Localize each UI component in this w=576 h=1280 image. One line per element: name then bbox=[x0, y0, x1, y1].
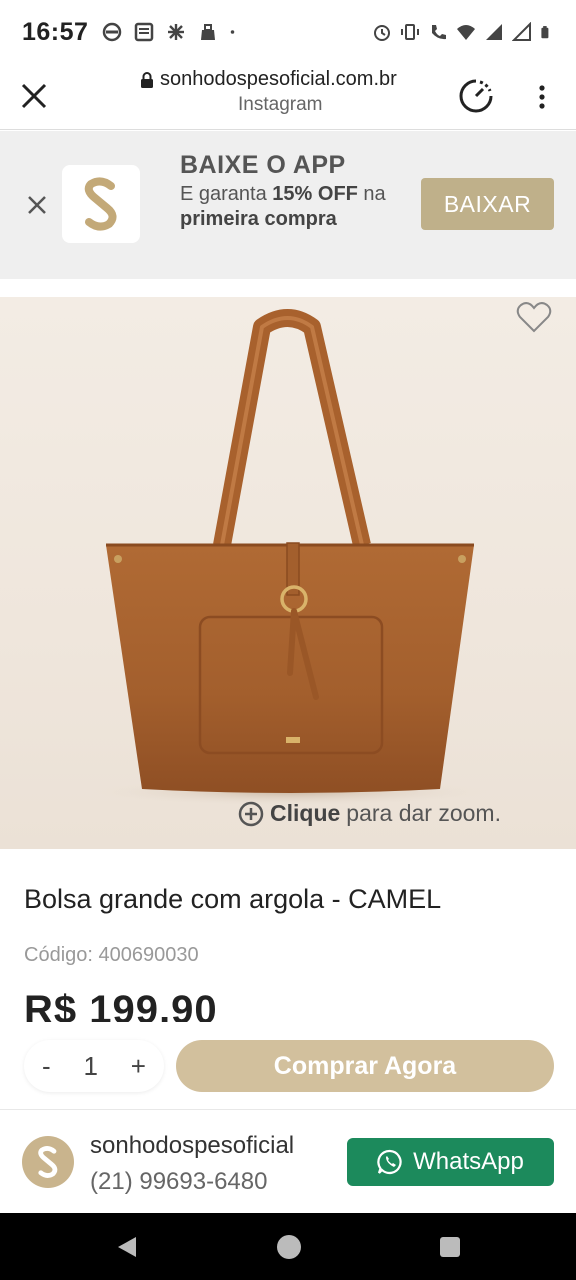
zoom-hint: Clique para dar zoom. bbox=[238, 800, 501, 827]
home-icon[interactable] bbox=[277, 1235, 301, 1259]
product-title: Bolsa grande com argola - CAMEL bbox=[24, 884, 442, 914]
product-image[interactable] bbox=[0, 297, 576, 849]
battery-icon bbox=[541, 26, 549, 39]
url-display: sonhodospesoficial.com.br bbox=[140, 68, 440, 91]
sync-icon bbox=[103, 22, 122, 42]
whatsapp-label: WhatsApp bbox=[413, 1148, 524, 1175]
back-icon[interactable] bbox=[116, 1235, 138, 1259]
quantity-stepper: - 1 + bbox=[24, 1040, 164, 1092]
status-left-icons bbox=[102, 22, 240, 42]
wifi-call-icon bbox=[432, 25, 446, 40]
zoom-hint-bold: Clique bbox=[270, 800, 341, 826]
download-app-button[interactable]: BAIXAR bbox=[421, 178, 554, 230]
url-text: sonhodospesoficial.com.br bbox=[160, 68, 397, 90]
recent-apps-icon[interactable] bbox=[440, 1237, 460, 1257]
increase-quantity-button[interactable]: + bbox=[131, 1051, 146, 1082]
banner-description: E garanta 15% OFF na primeira compra bbox=[180, 183, 386, 230]
zoom-hint-text: para dar zoom. bbox=[346, 800, 501, 826]
product-price: R$ 199,90 bbox=[24, 990, 218, 1022]
quantity-value[interactable]: 1 bbox=[84, 1051, 98, 1082]
seller-phone[interactable]: (21) 99693-6480 bbox=[90, 1168, 267, 1196]
seller-contact-bar: sonhodospesoficial (21) 99693-6480 Whats… bbox=[0, 1112, 576, 1212]
more-options-icon[interactable] bbox=[530, 82, 554, 112]
status-bar: 16:57 bbox=[0, 0, 576, 64]
brand-logo bbox=[62, 165, 140, 243]
tote-bag-illustration bbox=[90, 309, 490, 806]
banner-text: BAIXE O APP E garanta 15% OFF na primeir… bbox=[180, 151, 410, 232]
close-icon[interactable] bbox=[18, 80, 50, 112]
favorite-heart-icon[interactable] bbox=[516, 300, 552, 334]
signal-icon bbox=[512, 22, 531, 41]
url-block[interactable]: sonhodospesoficial.com.br Instagram bbox=[140, 68, 440, 116]
zoom-in-icon bbox=[238, 801, 264, 826]
banner-title: BAIXE O APP bbox=[180, 151, 346, 179]
product-code: Código: 400690030 bbox=[24, 944, 199, 966]
in-app-browser-bar: sonhodospesoficial.com.br Instagram bbox=[0, 64, 576, 130]
status-right-icons bbox=[372, 22, 554, 42]
wifi-icon bbox=[457, 25, 475, 40]
lock-icon bbox=[141, 71, 153, 88]
purchase-bar: - 1 + Comprar Agora bbox=[0, 1024, 576, 1110]
whatsapp-button[interactable]: WhatsApp bbox=[347, 1138, 554, 1186]
seller-name: sonhodospesoficial bbox=[90, 1132, 295, 1159]
app-download-banner: BAIXE O APP E garanta 15% OFF na primeir… bbox=[0, 131, 576, 279]
signal-5g-icon bbox=[486, 24, 502, 40]
speedometer-icon[interactable] bbox=[458, 78, 494, 114]
source-app-label: Instagram bbox=[238, 94, 323, 115]
avatar bbox=[22, 1136, 74, 1188]
news-icon bbox=[135, 22, 154, 42]
fan-icon bbox=[168, 24, 185, 40]
system-navigation-bar bbox=[0, 1213, 576, 1280]
bag-icon bbox=[201, 24, 216, 40]
status-time: 16:57 bbox=[22, 17, 89, 46]
buy-now-button[interactable]: Comprar Agora bbox=[176, 1040, 554, 1092]
brand-s-logo-icon bbox=[84, 177, 117, 231]
brand-s-logo-icon bbox=[38, 1146, 58, 1178]
whatsapp-icon bbox=[377, 1149, 402, 1175]
banner-close-icon[interactable] bbox=[26, 194, 48, 216]
vibrate-icon bbox=[401, 24, 419, 40]
dot-icon bbox=[231, 30, 235, 34]
decrease-quantity-button[interactable]: - bbox=[42, 1051, 51, 1082]
alarm-icon bbox=[374, 25, 390, 41]
